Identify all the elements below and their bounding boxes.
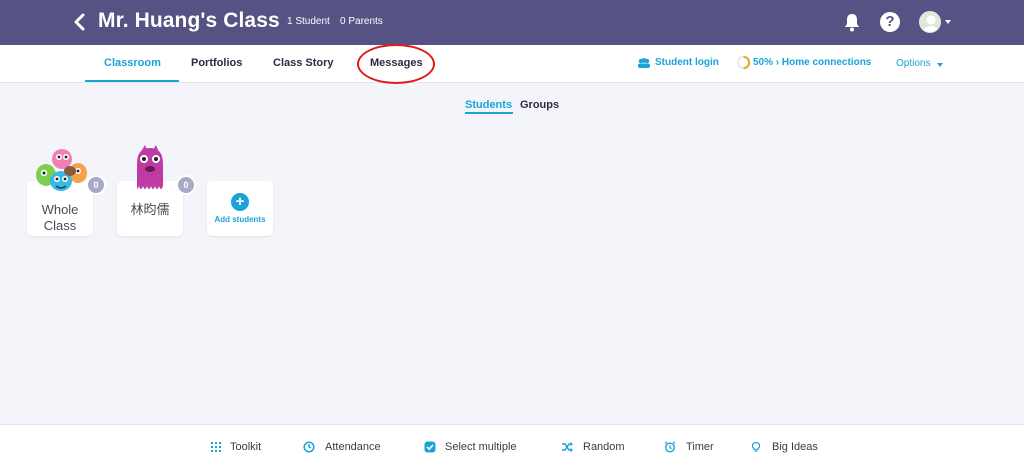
parents-count[interactable]: 0 Parents bbox=[340, 16, 383, 27]
alarm-icon bbox=[664, 441, 676, 453]
top-header: Mr. Huang's Class 1 Student 0 Parents ? bbox=[0, 0, 1024, 45]
add-students-card[interactable]: + Add students bbox=[207, 181, 273, 236]
help-icon[interactable]: ? bbox=[880, 12, 900, 32]
active-tab-underline bbox=[85, 80, 179, 82]
back-arrow-icon[interactable] bbox=[72, 13, 88, 31]
plus-icon: + bbox=[231, 193, 249, 211]
clock-icon bbox=[303, 441, 315, 453]
options-caret-icon[interactable] bbox=[937, 63, 943, 67]
toolkit-button[interactable]: Toolkit bbox=[230, 441, 261, 453]
check-icon bbox=[424, 441, 436, 453]
tab-portfolios[interactable]: Portfolios bbox=[191, 57, 242, 69]
home-connections-link[interactable]: 50% › Home connections bbox=[753, 57, 871, 68]
random-button[interactable]: Random bbox=[583, 441, 625, 453]
tab-classroom[interactable]: Classroom bbox=[104, 57, 161, 69]
bottom-toolbar: Toolkit Attendance Select multiple Rando… bbox=[0, 424, 1024, 469]
user-silhouette-icon bbox=[923, 15, 939, 32]
progress-ring-icon bbox=[736, 55, 751, 70]
student-points-badge: 0 bbox=[176, 175, 196, 195]
student-login-icon bbox=[638, 58, 650, 68]
monster-group-icon bbox=[36, 149, 87, 191]
subtab-groups[interactable]: Groups bbox=[520, 99, 559, 111]
student-monster-avatar-icon bbox=[137, 145, 163, 189]
whole-class-label-line1: Whole bbox=[41, 202, 79, 217]
select-multiple-button[interactable]: Select multiple bbox=[445, 441, 517, 453]
class-title: Mr. Huang's Class bbox=[98, 9, 280, 32]
whole-class-label-line2: Class bbox=[43, 218, 77, 233]
timer-button[interactable]: Timer bbox=[686, 441, 714, 453]
attendance-button[interactable]: Attendance bbox=[325, 441, 381, 453]
whole-class-points-badge: 0 bbox=[86, 175, 106, 195]
bulb-icon bbox=[751, 441, 761, 452]
tab-class-story[interactable]: Class Story bbox=[273, 57, 334, 69]
student-login-link[interactable]: Student login bbox=[655, 57, 719, 68]
subtab-students[interactable]: Students bbox=[465, 99, 512, 111]
shuffle-icon bbox=[562, 442, 573, 452]
messages-annotation-circle bbox=[357, 44, 435, 84]
grid-icon bbox=[211, 442, 221, 452]
bell-icon[interactable] bbox=[843, 12, 861, 32]
class-nav-bar: Classroom Portfolios Class Story Message… bbox=[0, 45, 1024, 83]
add-students-label: Add students bbox=[214, 215, 266, 224]
students-count[interactable]: 1 Student bbox=[287, 16, 330, 27]
subtab-underline bbox=[465, 112, 513, 114]
avatar[interactable] bbox=[919, 11, 941, 33]
student-name: 林昀儒 bbox=[130, 202, 170, 217]
big-ideas-button[interactable]: Big Ideas bbox=[772, 441, 818, 453]
avatar-dropdown-caret-icon[interactable] bbox=[945, 20, 951, 24]
options-dropdown[interactable]: Options bbox=[896, 58, 930, 69]
